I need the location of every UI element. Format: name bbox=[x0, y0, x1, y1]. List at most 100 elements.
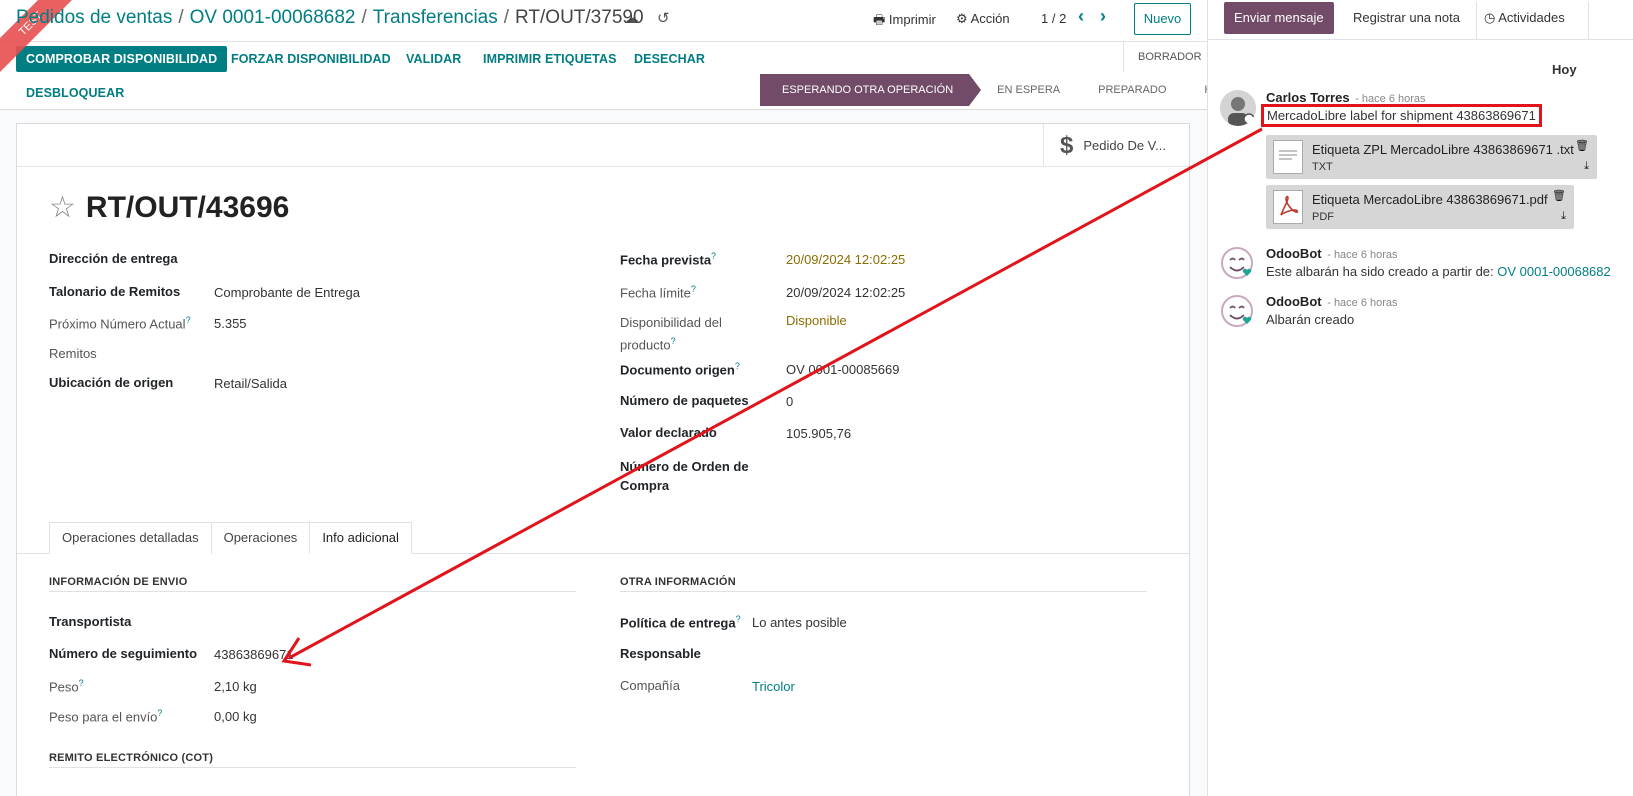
breadcrumb-item[interactable]: Pedidos de ventas bbox=[16, 7, 172, 28]
source-location-label: Ubicación de origen bbox=[49, 375, 174, 390]
attachment-name: Etiqueta MercadoLibre 43863869671.pdf bbox=[1312, 192, 1548, 207]
statusbar-header: COMPROBAR DISPONIBILIDAD FORZAR DISPONIB… bbox=[0, 42, 1207, 110]
odoobot-avatar[interactable] bbox=[1220, 294, 1256, 330]
message-odoobot: OdooBot - hace 6 horas Albarán creado bbox=[1220, 294, 1620, 334]
star-icon[interactable]: ☆ bbox=[49, 190, 76, 225]
deadline-value: 20/09/2024 12:02:25 bbox=[786, 285, 906, 300]
responsible-label: Responsable bbox=[620, 646, 701, 661]
message-odoobot: OdooBot - hace 6 horas Este albarán ha s… bbox=[1220, 246, 1620, 286]
trash-icon[interactable]: 🗑 bbox=[1575, 139, 1589, 152]
weight-value[interactable]: 2,10 kg bbox=[214, 679, 257, 694]
print-labels-button[interactable]: IMPRIMIR ETIQUETAS bbox=[483, 46, 617, 72]
attachment-name: Etiqueta ZPL MercadoLibre 43863869671 .t… bbox=[1312, 142, 1574, 157]
stage-done[interactable]: HECHO bbox=[1180, 74, 1207, 106]
tracking-number-value[interactable]: 43863869671 bbox=[214, 647, 294, 662]
message-author: Carlos Torres - hace 6 horas bbox=[1266, 90, 1426, 105]
tab-additional-info[interactable]: Info adicional bbox=[309, 522, 412, 554]
tab-operations[interactable]: Operaciones bbox=[210, 522, 311, 554]
dollar-icon: $ bbox=[1060, 131, 1074, 159]
gear-icon: ⚙ bbox=[956, 11, 968, 26]
check-availability-button[interactable]: COMPROBAR DISPONIBILIDAD bbox=[16, 46, 228, 72]
tab-detailed-operations[interactable]: Operaciones detalladas bbox=[49, 522, 212, 554]
declared-value-label: Valor declarado bbox=[620, 425, 717, 440]
attachment-pdf[interactable]: Etiqueta MercadoLibre 43863869671.pdf PD… bbox=[1266, 185, 1574, 229]
action-button[interactable]: ⚙ Acción bbox=[956, 11, 1010, 27]
button-box: $ Pedido De V... bbox=[17, 124, 1189, 167]
delivery-policy-label: Política de entrega? bbox=[620, 614, 741, 631]
message-author: OdooBot - hace 6 horas bbox=[1266, 246, 1398, 261]
main-area: TEST Pedidos de ventas / OV 0001-00068682/… bbox=[0, 0, 1207, 796]
message-author: OdooBot - hace 6 horas bbox=[1266, 294, 1398, 309]
sale-order-link[interactable]: OV 0001-00068682 bbox=[1497, 264, 1610, 279]
breadcrumb-item[interactable]: OV 0001-00068682 bbox=[190, 7, 356, 28]
next-number-value[interactable]: 5.355 bbox=[214, 316, 247, 331]
unlock-button[interactable]: DESBLOQUEAR bbox=[26, 80, 124, 106]
shipping-weight-label: Peso para el envío? bbox=[49, 708, 163, 725]
download-icon[interactable]: ⤓ bbox=[1584, 160, 1589, 173]
product-availability-label: Disponibilidad del producto? bbox=[620, 315, 722, 353]
print-button[interactable]: 🖶 Imprimir bbox=[873, 11, 936, 33]
product-availability-value: Disponible bbox=[786, 313, 847, 328]
scheduled-date-value[interactable]: 20/09/2024 12:02:25 bbox=[786, 252, 905, 267]
remito-book-label: Talonario de Remitos bbox=[49, 284, 181, 299]
chatter-topbar: Enviar mensaje Registrar una nota ◷ Acti… bbox=[1208, 0, 1633, 40]
date-separator: Hoy bbox=[1552, 62, 1577, 77]
text-file-icon bbox=[1273, 140, 1303, 174]
declared-value-value[interactable]: 105.905,76 bbox=[786, 426, 851, 441]
control-panel-top: TEST Pedidos de ventas / OV 0001-00068682/… bbox=[0, 0, 1207, 79]
pager-value[interactable]: 1 / 2 bbox=[1041, 11, 1066, 26]
company-value[interactable]: Tricolor bbox=[752, 679, 795, 694]
message-carlos: Carlos Torres - hace 6 horas MercadoLibr… bbox=[1220, 90, 1620, 240]
attachment-type: TXT bbox=[1312, 161, 1333, 173]
message-body: Este albarán ha sido creado a partir de:… bbox=[1266, 264, 1611, 279]
discard-icon[interactable]: ↺ bbox=[657, 10, 670, 27]
stage-ready[interactable]: PREPARADO bbox=[1074, 74, 1180, 106]
shipping-weight-value[interactable]: 0,00 kg bbox=[214, 709, 257, 724]
source-location-value[interactable]: Retail/Salida bbox=[214, 376, 287, 391]
delivery-policy-value[interactable]: Lo antes posible bbox=[752, 615, 847, 630]
tracking-number-label: Número de seguimiento bbox=[49, 646, 198, 661]
draft-stage[interactable]: BORRADOR bbox=[1123, 42, 1207, 72]
download-icon[interactable]: ⤓ bbox=[1561, 210, 1566, 223]
weight-label: Peso? bbox=[49, 678, 84, 695]
scheduled-date-label: Fecha prevista? bbox=[620, 251, 717, 268]
purchase-order-label: Número de Orden de Compra bbox=[620, 459, 749, 493]
breadcrumb-current: RT/OUT/37590 bbox=[515, 7, 644, 28]
pager-next-icon[interactable]: › bbox=[1100, 6, 1106, 27]
printer-icon: 🖶 bbox=[873, 12, 886, 27]
record-title: ☆ RT/OUT/43696 bbox=[49, 190, 289, 225]
notebook-tabs: Operaciones detalladas Operaciones Info … bbox=[49, 522, 412, 554]
breadcrumb-item[interactable]: Transferencias bbox=[373, 7, 498, 28]
clock-icon: ◷ bbox=[1484, 10, 1496, 25]
validate-button[interactable]: VALIDAR bbox=[406, 46, 461, 72]
pager-previous-icon[interactable]: ‹ bbox=[1078, 6, 1084, 27]
odoobot-avatar[interactable] bbox=[1220, 246, 1256, 282]
form-sheet: $ Pedido De V... ☆ RT/OUT/43696 Direcció… bbox=[16, 123, 1190, 796]
highlight-box: MercadoLibre label for shipment 43863869… bbox=[1261, 104, 1542, 127]
scrap-button[interactable]: DESECHAR bbox=[634, 46, 705, 72]
message-body: MercadoLibre label for shipment 43863869… bbox=[1261, 104, 1542, 127]
other-info-heading: OTRA INFORMACIÓN bbox=[620, 576, 1147, 592]
next-number-label: Próximo Número Actual? bbox=[49, 315, 191, 332]
carrier-label: Transportista bbox=[49, 614, 132, 629]
trash-icon[interactable]: 🗑 bbox=[1552, 189, 1566, 202]
source-document-value[interactable]: OV 0001-00085669 bbox=[786, 362, 899, 377]
new-button[interactable]: Nuevo bbox=[1134, 3, 1191, 35]
status-bar: ESPERANDO OTRA OPERACIÓN EN ESPERA PREPA… bbox=[760, 74, 1207, 106]
stage-waiting[interactable]: EN ESPERA bbox=[969, 74, 1074, 106]
force-availability-button[interactable]: FORZAR DISPONIBILIDAD bbox=[231, 46, 391, 72]
breadcrumb: Pedidos de ventas / OV 0001-00068682/Trans… bbox=[16, 7, 644, 28]
sale-order-smart-button[interactable]: $ Pedido De V... bbox=[1043, 124, 1189, 167]
package-count-label: Número de paquetes bbox=[620, 393, 749, 408]
remitos-label: Remitos bbox=[49, 346, 97, 361]
package-count-value[interactable]: 0 bbox=[786, 394, 793, 409]
remito-book-value[interactable]: Comprobante de Entrega bbox=[214, 285, 360, 300]
avatar[interactable] bbox=[1220, 90, 1256, 126]
attachment-txt[interactable]: Etiqueta ZPL MercadoLibre 43863869671 .t… bbox=[1266, 135, 1597, 179]
source-document-label: Documento origen? bbox=[620, 361, 740, 378]
stage-waiting-another[interactable]: ESPERANDO OTRA OPERACIÓN bbox=[760, 74, 982, 106]
log-note-button[interactable]: Registrar una nota bbox=[1337, 2, 1477, 40]
send-message-button[interactable]: Enviar mensaje bbox=[1224, 2, 1334, 34]
attachment-type: PDF bbox=[1312, 211, 1334, 223]
activities-button[interactable]: ◷ Actividades bbox=[1468, 2, 1589, 40]
